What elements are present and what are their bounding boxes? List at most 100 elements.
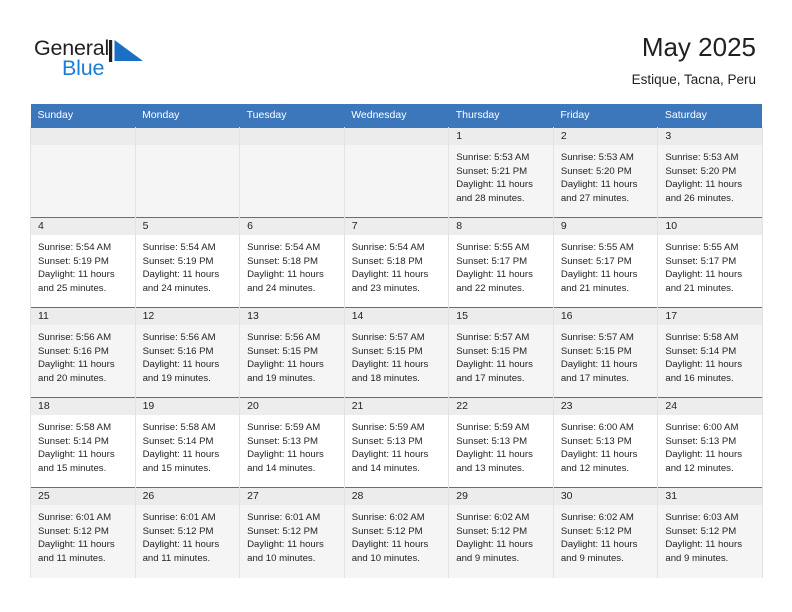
day-details: Sunrise: 5:58 AM Sunset: 5:14 PM Daylight:…	[658, 325, 762, 385]
day-details: Sunrise: 6:01 AM Sunset: 5:12 PM Daylight:…	[240, 505, 344, 565]
calendar-day-cell[interactable]: 9 Sunrise: 5:55 AM Sunset: 5:17 PM Daylight…	[552, 217, 659, 308]
calendar-day-cell[interactable]: 18 Sunrise: 5:58 AM Sunset: 5:14 PM Dayligh…	[30, 397, 136, 488]
day-details: Sunrise: 5:54 AM Sunset: 5:18 PM Daylight:…	[345, 235, 449, 295]
daylight-text-line2: and 11 minutes.	[142, 552, 211, 564]
daylight-text-line2: and 18 minutes.	[351, 372, 420, 384]
sunrise-text: Sunrise: 6:02 AM	[351, 512, 425, 523]
calendar-day-cell[interactable]: 15 Sunrise: 5:57 AM Sunset: 5:15 PM Dayligh…	[448, 307, 554, 398]
sunrise-text: Sunrise: 6:02 AM	[456, 512, 530, 523]
sunset-text: Sunset: 5:16 PM	[38, 345, 109, 357]
daylight-text-line2: and 16 minutes.	[665, 372, 734, 384]
day-number: 27	[240, 488, 344, 505]
calendar-day-cell[interactable]: 7 Sunrise: 5:54 AM Sunset: 5:18 PM Daylight…	[343, 217, 450, 308]
calendar-day-cell-empty	[30, 127, 136, 218]
calendar-day-cell-empty	[134, 127, 241, 218]
daylight-text-line2: and 28 minutes.	[456, 192, 525, 204]
day-number: 9	[553, 218, 658, 235]
day-number: 18	[31, 398, 135, 415]
calendar-day-cell[interactable]: 10 Sunrise: 5:55 AM Sunset: 5:17 PM Dayligh…	[657, 217, 763, 308]
daylight-text-line2: and 11 minutes.	[38, 552, 106, 564]
sunrise-text: Sunrise: 6:00 AM	[665, 422, 739, 433]
brand-logo[interactable]: General Blue	[34, 36, 164, 84]
daylight-text-line1: Daylight: 11 hours	[665, 449, 742, 461]
calendar-day-cell[interactable]: 23 Sunrise: 6:00 AM Sunset: 5:13 PM Dayligh…	[552, 397, 659, 488]
calendar-day-cell[interactable]: 29 Sunrise: 6:02 AM Sunset: 5:12 PM Dayligh…	[448, 487, 554, 578]
calendar-day-cell[interactable]: 13 Sunrise: 5:56 AM Sunset: 5:15 PM Dayligh…	[239, 307, 345, 398]
sunrise-text: Sunrise: 6:01 AM	[38, 512, 112, 523]
daylight-text-line1: Daylight: 11 hours	[351, 359, 429, 371]
day-number: 10	[658, 218, 762, 235]
sunrise-text: Sunrise: 5:57 AM	[456, 332, 530, 343]
sunrise-text: Sunrise: 5:58 AM	[665, 332, 739, 343]
daylight-text-line1: Daylight: 11 hours	[351, 449, 429, 461]
calendar-day-cell[interactable]: 8 Sunrise: 5:55 AM Sunset: 5:17 PM Daylight…	[448, 217, 554, 308]
daylight-text-line2: and 17 minutes.	[456, 372, 525, 384]
calendar-day-cell[interactable]: 5 Sunrise: 5:54 AM Sunset: 5:19 PM Daylight…	[134, 217, 241, 308]
calendar-day-cell[interactable]: 3 Sunrise: 5:53 AM Sunset: 5:20 PM Daylight…	[657, 127, 763, 218]
calendar-day-cell[interactable]: 27 Sunrise: 6:01 AM Sunset: 5:12 PM Dayligh…	[239, 487, 345, 578]
day-number	[240, 128, 344, 145]
sunset-text: Sunset: 5:15 PM	[247, 345, 319, 357]
page-title: May 2025	[641, 32, 756, 62]
calendar-day-cell[interactable]: 26 Sunrise: 6:01 AM Sunset: 5:12 PM Dayligh…	[134, 487, 241, 578]
calendar-day-cell[interactable]: 6 Sunrise: 5:54 AM Sunset: 5:18 PM Daylight…	[239, 217, 345, 308]
daylight-text-line2: and 9 minutes.	[665, 552, 729, 564]
daylight-text-line2: and 9 minutes.	[456, 552, 520, 564]
day-details: Sunrise: 5:55 AM Sunset: 5:17 PM Daylight:…	[658, 235, 762, 295]
calendar-table: Sunday Monday Tuesday Wednesday Thursday…	[30, 104, 763, 578]
sunset-text: Sunset: 5:12 PM	[142, 525, 214, 537]
sunrise-text: Sunrise: 5:53 AM	[456, 152, 530, 163]
daylight-text-line1: Daylight: 11 hours	[247, 539, 324, 551]
daylight-text-line2: and 22 minutes.	[456, 282, 525, 294]
sunrise-text: Sunrise: 5:56 AM	[38, 332, 112, 343]
calendar-day-cell[interactable]: 28 Sunrise: 6:02 AM Sunset: 5:12 PM Dayligh…	[343, 487, 450, 578]
calendar-day-cell[interactable]: 25 Sunrise: 6:01 AM Sunset: 5:12 PM Dayligh…	[30, 487, 136, 578]
day-details: Sunrise: 5:54 AM Sunset: 5:19 PM Daylight:…	[31, 235, 135, 295]
weekday-header-tuesday: Tuesday	[239, 104, 345, 128]
sunset-text: Sunset: 5:14 PM	[142, 435, 214, 447]
sunrise-text: Sunrise: 5:57 AM	[351, 332, 425, 343]
calendar-day-cell[interactable]: 2 Sunrise: 5:53 AM Sunset: 5:20 PM Daylight…	[552, 127, 659, 218]
day-number: 30	[553, 488, 658, 505]
calendar-day-cell[interactable]: 19 Sunrise: 5:58 AM Sunset: 5:14 PM Dayligh…	[134, 397, 241, 488]
daylight-text-line1: Daylight: 11 hours	[456, 359, 533, 371]
calendar-day-cell[interactable]: 24 Sunrise: 6:00 AM Sunset: 5:13 PM Dayligh…	[657, 397, 763, 488]
daylight-text-line1: Daylight: 11 hours	[456, 269, 533, 281]
daylight-text-line2: and 12 minutes.	[560, 462, 630, 474]
calendar-day-cell[interactable]: 4 Sunrise: 5:54 AM Sunset: 5:19 PM Daylight…	[30, 217, 136, 308]
daylight-text-line1: Daylight: 11 hours	[456, 539, 533, 551]
day-number: 25	[31, 488, 135, 505]
calendar-day-cell[interactable]: 16 Sunrise: 5:57 AM Sunset: 5:15 PM Dayligh…	[552, 307, 659, 398]
daylight-text-line1: Daylight: 11 hours	[351, 269, 429, 281]
calendar-day-cell[interactable]: 21 Sunrise: 5:59 AM Sunset: 5:13 PM Dayligh…	[343, 397, 450, 488]
weekday-header-saturday: Saturday	[657, 104, 763, 128]
daylight-text-line2: and 15 minutes.	[142, 462, 211, 474]
calendar-day-cell[interactable]: 31 Sunrise: 6:03 AM Sunset: 5:12 PM Dayligh…	[657, 487, 763, 578]
day-details: Sunrise: 5:56 AM Sunset: 5:16 PM Daylight:…	[31, 325, 135, 385]
sunrise-text: Sunrise: 6:02 AM	[560, 512, 634, 523]
daylight-text-line1: Daylight: 11 hours	[142, 359, 220, 371]
calendar-day-cell[interactable]: 14 Sunrise: 5:57 AM Sunset: 5:15 PM Dayligh…	[343, 307, 450, 398]
sunrise-text: Sunrise: 5:55 AM	[665, 242, 739, 253]
calendar-day-cell[interactable]: 11 Sunrise: 5:56 AM Sunset: 5:16 PM Dayligh…	[30, 307, 136, 398]
sunset-text: Sunset: 5:16 PM	[142, 345, 214, 357]
sunrise-text: Sunrise: 5:54 AM	[247, 242, 321, 253]
day-details: Sunrise: 5:53 AM Sunset: 5:20 PM Daylight:…	[554, 145, 658, 205]
calendar-day-cell[interactable]: 1 Sunrise: 5:53 AM Sunset: 5:21 PM Daylight…	[448, 127, 554, 218]
daylight-text-line1: Daylight: 11 hours	[665, 539, 742, 551]
daylight-text-line2: and 21 minutes.	[560, 282, 630, 294]
calendar-day-cell[interactable]: 30 Sunrise: 6:02 AM Sunset: 5:12 PM Dayligh…	[552, 487, 659, 578]
day-number: 28	[344, 488, 449, 505]
day-number: 24	[658, 398, 762, 415]
sunrise-text: Sunrise: 5:59 AM	[456, 422, 530, 433]
calendar-day-cell[interactable]: 12 Sunrise: 5:56 AM Sunset: 5:16 PM Dayligh…	[134, 307, 241, 398]
day-details: Sunrise: 5:58 AM Sunset: 5:14 PM Daylight:…	[31, 415, 135, 475]
calendar-day-cell[interactable]: 17 Sunrise: 5:58 AM Sunset: 5:14 PM Dayligh…	[657, 307, 763, 398]
calendar-day-cell[interactable]: 22 Sunrise: 5:59 AM Sunset: 5:13 PM Dayligh…	[448, 397, 554, 488]
daylight-text-line2: and 15 minutes.	[38, 462, 107, 474]
sunrise-text: Sunrise: 6:03 AM	[665, 512, 739, 523]
day-number: 8	[449, 218, 553, 235]
daylight-text-line1: Daylight: 11 hours	[560, 539, 638, 551]
calendar-day-cell[interactable]: 20 Sunrise: 5:59 AM Sunset: 5:13 PM Dayligh…	[239, 397, 345, 488]
sunset-text: Sunset: 5:13 PM	[560, 435, 632, 447]
